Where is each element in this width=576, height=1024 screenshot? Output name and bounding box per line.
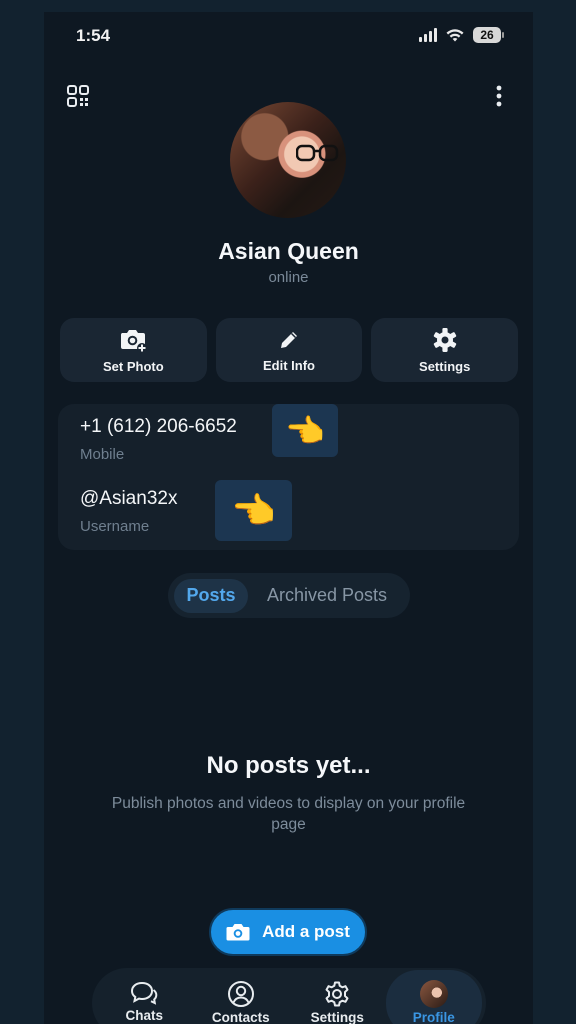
- profile-info-card: +1 (612) 206-6652 Mobile 👈 @Asian32x Use…: [58, 404, 519, 550]
- profile-name: Asian Queen: [218, 238, 359, 264]
- settings-icon: [325, 981, 349, 1007]
- camera-add-icon: [121, 329, 148, 353]
- settings-button[interactable]: Settings: [371, 318, 519, 382]
- chats-icon: [131, 981, 158, 1005]
- tab-archived-posts[interactable]: Archived Posts: [248, 579, 406, 613]
- phone-number: +1 (612) 206-6652: [80, 416, 237, 437]
- qr-code-button[interactable]: [62, 80, 94, 112]
- more-options-button[interactable]: [483, 80, 515, 112]
- signal-icon: [419, 28, 437, 42]
- profile-screen: 1:54 26 Asian Queen online Set Photo Edi…: [44, 12, 533, 1024]
- nav-item-profile[interactable]: Profile: [385, 970, 482, 1024]
- posts-tabs: Posts Archived Posts: [168, 573, 410, 618]
- profile-avatar-icon: [419, 980, 448, 1008]
- nav-item-chats[interactable]: Chats: [96, 968, 193, 1023]
- phone-label: Mobile: [80, 446, 125, 463]
- empty-state-title: No posts yet...: [206, 752, 371, 779]
- nav-item-contacts[interactable]: Contacts: [193, 968, 290, 1024]
- status-time: 1:54: [76, 26, 111, 45]
- nav-label-profile: Profile: [412, 1010, 455, 1024]
- username-label: Username: [80, 518, 150, 535]
- wifi-icon: [446, 28, 464, 41]
- set-photo-button[interactable]: Set Photo: [60, 318, 207, 382]
- more-vertical-icon: [496, 85, 502, 107]
- settings-label: Settings: [419, 358, 471, 374]
- battery-indicator: 26: [473, 27, 504, 43]
- pointing-emoji: 👈: [215, 480, 292, 541]
- contacts-icon: [227, 981, 254, 1007]
- profile-avatar[interactable]: [230, 102, 346, 218]
- nav-label-contacts: Contacts: [211, 1010, 270, 1024]
- phone-row[interactable]: +1 (612) 206-6652 Mobile: [80, 416, 237, 463]
- status-bar: 1:54 26: [44, 12, 533, 60]
- qr-code-icon: [67, 85, 89, 107]
- nav-label-settings: Settings: [310, 1010, 364, 1024]
- username-row[interactable]: @Asian32x Username: [80, 488, 177, 535]
- nav-item-settings[interactable]: Settings: [289, 968, 386, 1024]
- nav-label-chats: Chats: [125, 1008, 163, 1023]
- add-post-button[interactable]: Add a post: [209, 908, 367, 956]
- camera-icon: [226, 924, 250, 941]
- gear-icon: [433, 327, 456, 352]
- set-photo-label: Set Photo: [103, 358, 164, 374]
- status-icons: 26: [419, 27, 504, 43]
- profile-status: online: [268, 269, 309, 286]
- username: @Asian32x: [80, 488, 178, 509]
- edit-info-button[interactable]: Edit Info: [215, 318, 363, 382]
- empty-state-subtitle: Publish photos and videos to display on …: [111, 795, 466, 833]
- profile-actions: Set Photo Edit Info Settings: [60, 318, 519, 382]
- pencil-icon: [281, 331, 297, 348]
- tab-posts[interactable]: Posts: [174, 578, 248, 613]
- pointing-emoji: 👈: [272, 404, 338, 457]
- edit-info-label: Edit Info: [263, 357, 315, 373]
- bottom-navigation: Chats Contacts Settings Profile: [92, 968, 486, 1024]
- avatar-photo-detail: [296, 144, 339, 162]
- add-post-label: Add a post: [262, 922, 350, 941]
